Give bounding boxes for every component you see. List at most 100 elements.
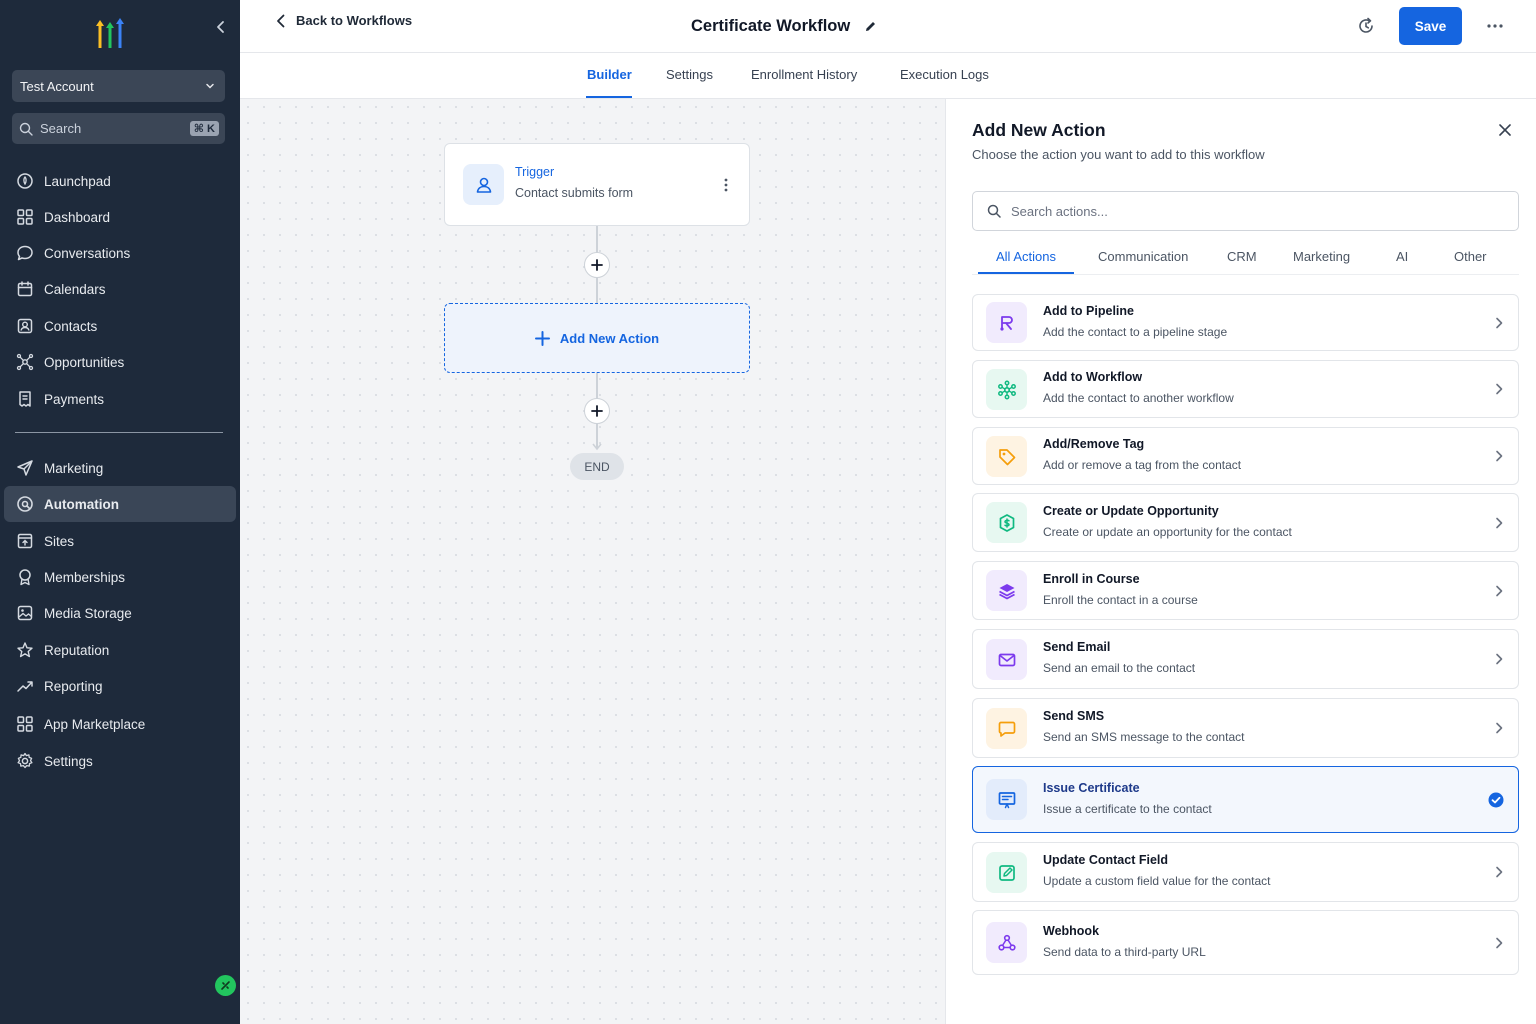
automation-icon [17, 496, 33, 512]
sites-icon [17, 533, 33, 549]
contact-card-icon [17, 318, 33, 334]
chevron-right-icon [1496, 722, 1503, 734]
tab-builder[interactable]: Builder [587, 67, 632, 82]
sidebar-item-label: Contacts [44, 318, 98, 334]
mail-icon [986, 639, 1027, 680]
kebab-menu-icon[interactable] [719, 176, 733, 194]
workflow-icon [986, 369, 1027, 410]
action-title: Enroll in Course [1043, 572, 1140, 586]
chevron-right-icon [1496, 653, 1503, 665]
sidebar-item-app-marketplace[interactable]: App Marketplace [4, 706, 236, 742]
trigger-node[interactable]: Trigger Contact submits form [444, 143, 750, 226]
action-title: Add/Remove Tag [1043, 437, 1145, 451]
add-action-panel: Add New Action Choose the action you wan… [945, 99, 1536, 1024]
workflow-canvas[interactable]: Trigger Contact submits form Add New Act… [240, 99, 945, 1024]
chevron-down-icon [206, 83, 214, 89]
add-step-button[interactable] [584, 398, 610, 424]
sidebar-item-marketing[interactable]: Marketing [4, 450, 236, 486]
action-description: Add the contact to a pipeline stage [1043, 325, 1228, 339]
chevron-right-icon [1496, 383, 1503, 395]
sidebar-item-label: Opportunities [44, 354, 125, 370]
sidebar-item-sites[interactable]: Sites [4, 523, 236, 559]
account-switcher[interactable]: Test Account [12, 70, 225, 102]
tab-settings[interactable]: Settings [666, 67, 713, 82]
sidebar-item-opportunities[interactable]: Opportunities [4, 344, 236, 380]
sidebar-search[interactable]: Search ⌘ K [12, 113, 225, 144]
sidebar-item-contacts[interactable]: Contacts [4, 308, 236, 344]
action-card-add-to-workflow[interactable]: Add to Workflow Add the contact to anothe… [972, 360, 1519, 418]
pencil-icon[interactable] [864, 20, 877, 33]
sidebar-item-launchpad[interactable]: Launchpad [4, 163, 236, 199]
back-label: Back to Workflows [296, 13, 413, 28]
action-card-send-sms[interactable]: Send SMS Send an SMS message to the conta… [972, 698, 1519, 758]
sidebar-item-label: Conversations [44, 245, 131, 261]
end-node: END [570, 453, 624, 480]
category-crm[interactable]: CRM [1227, 249, 1257, 264]
top-bar: Back to Workflows Certificate Workflow S… [240, 0, 1536, 53]
collapse-sidebar-icon[interactable] [212, 18, 230, 36]
help-widget-icon[interactable] [215, 975, 236, 996]
add-new-action-node[interactable]: Add New Action [444, 303, 750, 373]
action-card-webhook[interactable]: Webhook Send data to a third-party URL [972, 910, 1519, 975]
sidebar-item-calendars[interactable]: Calendars [4, 271, 236, 307]
back-to-workflows-link[interactable]: Back to Workflows [276, 13, 412, 28]
sidebar-item-memberships[interactable]: Memberships [4, 559, 236, 595]
action-search-input[interactable] [1011, 203, 1491, 219]
rocket-icon [17, 173, 33, 189]
tab-execution-logs[interactable]: Execution Logs [900, 67, 989, 82]
trigger-title: Trigger [515, 165, 555, 179]
action-card-enroll-in-course[interactable]: Enroll in Course Enroll the contact in a … [972, 561, 1519, 620]
category-divider [972, 274, 1519, 275]
sidebar-item-dashboard[interactable]: Dashboard [4, 199, 236, 235]
category-all-actions[interactable]: All Actions [996, 249, 1056, 264]
sidebar-item-label: Calendars [44, 281, 106, 297]
action-title: Create or Update Opportunity [1043, 504, 1219, 518]
action-title: Send SMS [1043, 709, 1105, 723]
action-description: Send data to a third-party URL [1043, 945, 1206, 959]
history-icon[interactable] [1356, 16, 1376, 36]
more-options-icon[interactable] [1484, 16, 1506, 36]
workflow-title-text: Certificate Workflow [691, 17, 851, 35]
action-card-add-to-pipeline[interactable]: Add to Pipeline Add the contact to a pipe… [972, 294, 1519, 351]
sidebar-item-reputation[interactable]: Reputation [4, 632, 236, 668]
save-button[interactable]: Save [1399, 7, 1462, 45]
action-description: Add or remove a tag from the contact [1043, 458, 1242, 472]
sidebar-item-media-storage[interactable]: Media Storage [4, 595, 236, 631]
category-other[interactable]: Other [1454, 249, 1487, 264]
sidebar-item-conversations[interactable]: Conversations [4, 235, 236, 271]
action-card-add-remove-tag[interactable]: Add/Remove Tag Add or remove a tag from t… [972, 427, 1519, 485]
send-icon [17, 460, 33, 476]
sms-icon [986, 708, 1027, 749]
image-icon [17, 605, 33, 621]
sidebar-item-label: Reputation [44, 642, 110, 658]
check-circle-icon [1488, 792, 1504, 808]
action-description: Send an email to the contact [1043, 661, 1196, 675]
add-step-button[interactable] [584, 252, 610, 278]
workflow-tabs: Builder Settings Enrollment History Exec… [240, 53, 1536, 99]
receipt-icon [19, 391, 31, 407]
sidebar-item-reporting[interactable]: Reporting [4, 668, 236, 704]
action-card-issue-certificate[interactable]: Issue Certificate Issue a certificate to … [972, 766, 1519, 833]
action-card-update-contact-field[interactable]: Update Contact Field Update a custom fiel… [972, 842, 1519, 902]
sidebar-item-payments[interactable]: Payments [4, 381, 236, 417]
action-title: Send Email [1043, 640, 1111, 654]
arrow-left-icon [277, 14, 285, 27]
search-icon [19, 122, 33, 136]
arrow-down-icon [592, 443, 602, 451]
action-search[interactable] [972, 191, 1519, 231]
close-icon[interactable] [1497, 122, 1513, 138]
action-card-create-or-update-opportunity[interactable]: Create or Update Opportunity Create or up… [972, 493, 1519, 552]
category-ai[interactable]: AI [1396, 249, 1408, 264]
active-tab-indicator [586, 96, 632, 98]
category-communication[interactable]: Communication [1098, 249, 1188, 264]
sidebar-item-settings[interactable]: Settings [4, 743, 236, 779]
action-card-send-email[interactable]: Send Email Send an email to the contact [972, 629, 1519, 689]
webhook-icon [986, 922, 1027, 963]
action-title: Issue Certificate [1043, 781, 1140, 795]
layers-icon [986, 570, 1027, 611]
tab-enrollment-history[interactable]: Enrollment History [751, 67, 857, 82]
workflow-title: Certificate Workflow [691, 17, 877, 36]
category-marketing[interactable]: Marketing [1293, 249, 1350, 264]
chevron-right-icon [1496, 585, 1503, 597]
sidebar-item-automation[interactable]: Automation [4, 486, 236, 522]
